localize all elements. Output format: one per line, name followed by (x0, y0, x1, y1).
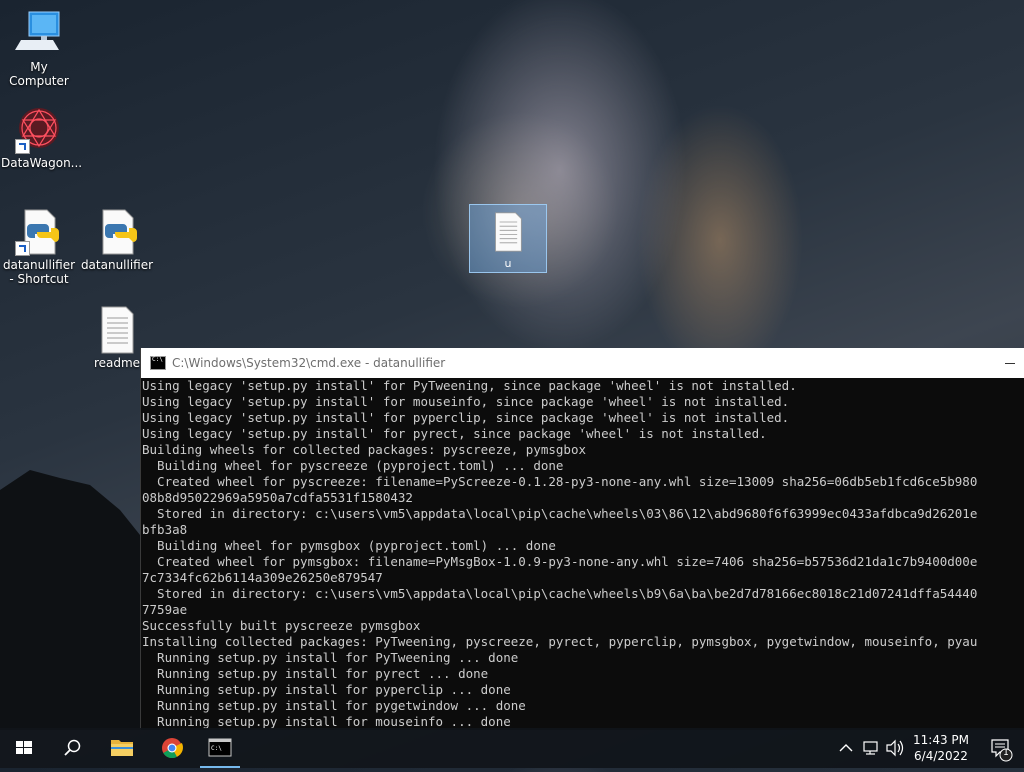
tray-chevron-up[interactable] (836, 728, 856, 768)
desktop-icon-label: datanullifier - Shortcut (2, 258, 76, 286)
text-file-icon (488, 209, 528, 255)
svg-text:C:\: C:\ (211, 745, 222, 752)
taskbar-clock[interactable]: 11:43 PM 6/4/2022 (906, 732, 976, 764)
cmd-window[interactable]: C:\Windows\System32\cmd.exe - datanullif… (140, 348, 1024, 730)
desktop-icon-datanullifier-shortcut[interactable]: datanullifier - Shortcut (1, 208, 77, 286)
cmd-output-line: 08b8d95022969a5950a7cdfa5531f1580432 (142, 490, 413, 505)
cmd-icon: C:\ (208, 738, 232, 757)
start-button[interactable] (0, 728, 48, 768)
desktop-icon-u-selected[interactable]: u (469, 204, 547, 273)
volume-icon (886, 739, 904, 757)
cmd-output-line: Building wheel for pyscreeze (pyproject.… (142, 458, 564, 473)
python-file-icon (15, 208, 63, 256)
taskbar-chrome[interactable] (148, 728, 196, 768)
cmd-app-icon (150, 356, 166, 370)
cmd-output-line: Successfully built pyscreeze pymsgbox (142, 618, 421, 633)
cmd-output-line: Using legacy 'setup.py install' for pype… (142, 410, 790, 425)
cmd-output-line: Created wheel for pyscreeze: filename=Py… (142, 474, 978, 489)
cmd-output-line: Running setup.py install for pyrect ... … (142, 666, 489, 681)
cmd-output[interactable]: Using legacy 'setup.py install' for PyTw… (141, 378, 1024, 730)
taskbar: C:\ 11:43 PM 6/4/2022 1 (0, 728, 1024, 768)
cmd-window-title: C:\Windows\System32\cmd.exe - datanullif… (172, 356, 446, 370)
cmd-title-bar[interactable]: C:\Windows\System32\cmd.exe - datanullif… (141, 348, 1024, 378)
datawagon-icon (15, 106, 63, 154)
tray-volume[interactable] (884, 728, 906, 768)
text-file-icon (93, 306, 141, 354)
notification-count-badge: 1 (1003, 748, 1009, 758)
cmd-output-line: Running setup.py install for pyperclip .… (142, 682, 511, 697)
cmd-output-line: Building wheel for pymsgbox (pyproject.t… (142, 538, 556, 553)
minimize-button[interactable] (985, 348, 1024, 378)
search-icon (64, 739, 81, 756)
desktop-icon-datanullifier[interactable]: datanullifier (79, 208, 155, 272)
desktop-icon-label: datanullifier (80, 258, 154, 272)
shortcut-arrow-icon (15, 241, 30, 256)
shortcut-arrow-icon (15, 139, 30, 154)
taskbar-file-explorer[interactable] (98, 728, 146, 768)
chrome-icon (162, 738, 183, 759)
clock-time: 11:43 PM (913, 733, 969, 747)
cmd-output-line: Created wheel for pymsgbox: filename=PyM… (142, 554, 978, 569)
clock-date: 6/4/2022 (914, 749, 968, 763)
windows-logo-icon (16, 741, 32, 754)
desktop-icon-datawagon[interactable]: DataWagon... (1, 106, 82, 170)
desktop-icon-label: My Computer (9, 60, 69, 88)
action-center-button[interactable]: 1 (980, 728, 1020, 768)
chevron-up-icon (839, 744, 853, 752)
notification-icon (991, 739, 1013, 762)
taskbar-cmd[interactable]: C:\ (196, 728, 244, 768)
python-file-icon (93, 208, 141, 256)
cmd-output-line: Running setup.py install for PyTweening … (142, 650, 519, 665)
cmd-output-line: 7759ae (142, 602, 188, 617)
computer-icon (15, 10, 63, 58)
folder-icon (111, 740, 133, 756)
desktop-icon-my-computer[interactable]: My Computer (1, 10, 77, 88)
search-button[interactable] (48, 728, 96, 768)
cmd-output-line: Stored in directory: c:\users\vm5\appdat… (142, 586, 978, 601)
cmd-output-line: Installing collected packages: PyTweenin… (142, 634, 978, 649)
desktop-icon-label: readme (93, 356, 141, 370)
cmd-output-line: Using legacy 'setup.py install' for pyre… (142, 426, 767, 441)
cmd-output-line: Building wheels for collected packages: … (142, 442, 587, 457)
network-icon (863, 741, 878, 755)
cmd-output-line: Using legacy 'setup.py install' for PyTw… (142, 378, 797, 393)
desktop-icon-label: u (504, 257, 512, 270)
cmd-output-line: Running setup.py install for pygetwindow… (142, 698, 526, 713)
tray-network[interactable] (860, 728, 882, 768)
cmd-output-line: bfb3a8 (142, 522, 188, 537)
desktop-icon-label: DataWagon... (1, 156, 83, 170)
cmd-output-line: Using legacy 'setup.py install' for mous… (142, 394, 790, 409)
cmd-output-line: Stored in directory: c:\users\vm5\appdat… (142, 506, 978, 521)
cmd-output-line: 7c7334fc62b6114a309e26250e879547 (142, 570, 383, 585)
